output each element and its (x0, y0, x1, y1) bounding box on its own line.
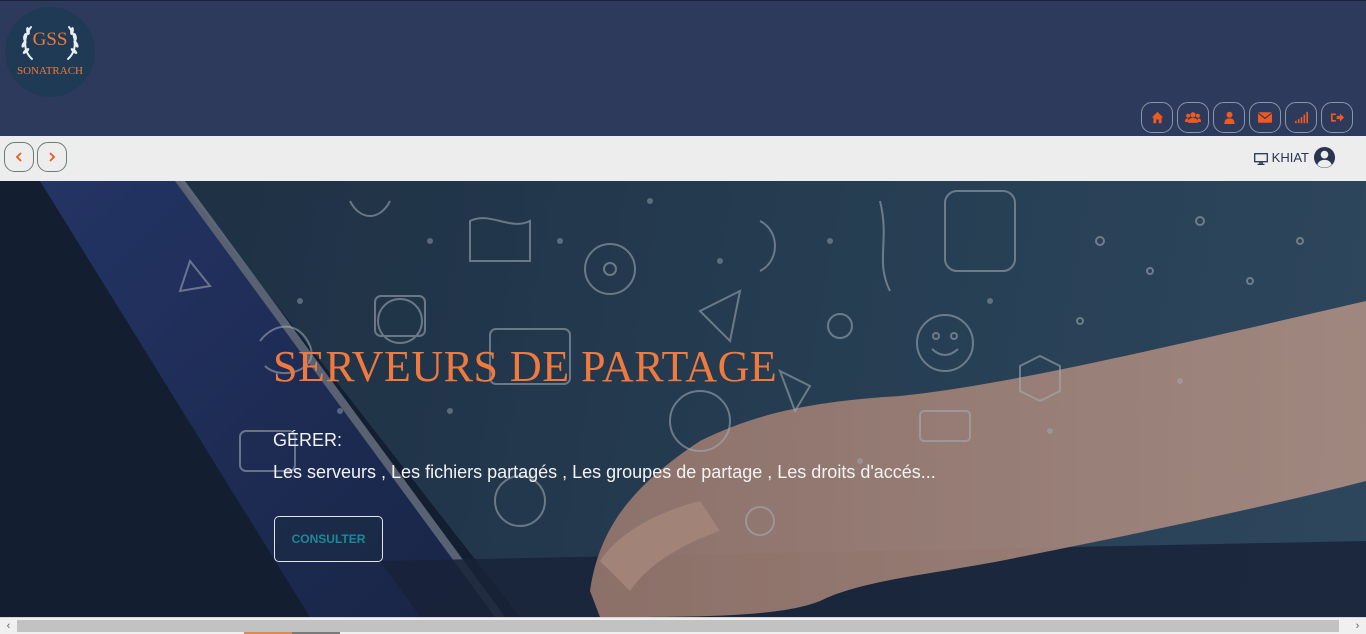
logo-company-text: SONATRACH (16, 65, 83, 77)
sign-out-icon (1330, 113, 1344, 122)
username-label: KHIAT (1271, 150, 1309, 165)
user-button[interactable] (1213, 102, 1245, 133)
stats-button[interactable] (1285, 102, 1317, 133)
sonatrach-gss-logo[interactable]: GSS SONATRACH (5, 7, 95, 97)
current-user[interactable]: KHIAT (1253, 146, 1336, 169)
mail-button[interactable] (1249, 102, 1281, 133)
users-icon (1185, 112, 1201, 123)
hero-subtitle: GÉRER: (273, 430, 343, 450)
consult-button[interactable]: CONSULTER (274, 516, 383, 562)
horizontal-scrollbar[interactable]: ‹ › (0, 617, 1366, 634)
laurel-wreath-icon (21, 26, 79, 60)
next-button[interactable] (37, 142, 67, 172)
home-icon (1151, 111, 1163, 124)
scroll-left-arrow[interactable]: ‹ (0, 618, 17, 634)
user-circle-icon[interactable] (1313, 146, 1336, 169)
hero-title: SERVEURS DE PARTAGE (273, 342, 778, 391)
signal-icon (1294, 111, 1308, 124)
main-toolbar (1141, 102, 1353, 133)
envelope-icon (1258, 112, 1272, 123)
hero-banner: SERVEURS DE PARTAGE GÉRER: Les serveurs … (0, 181, 1366, 617)
groups-button[interactable] (1177, 102, 1209, 133)
chevron-right-icon (49, 152, 56, 162)
user-icon (1223, 111, 1235, 124)
scroll-right-arrow[interactable]: › (1349, 618, 1366, 634)
desktop-icon (1253, 150, 1268, 165)
top-header: GSS SONATRACH (0, 0, 1366, 136)
scrollbar-thumb[interactable] (17, 620, 1339, 632)
logout-button[interactable] (1321, 102, 1353, 133)
hero-description: Les serveurs , Les fichiers partagés , L… (273, 462, 936, 482)
hero-overlay (0, 181, 1366, 617)
chevron-left-icon (15, 152, 22, 162)
logo-gss-text: GSS (32, 29, 68, 50)
home-button[interactable] (1141, 102, 1173, 133)
nav-strip: KHIAT (0, 136, 1366, 181)
previous-button[interactable] (4, 142, 34, 172)
